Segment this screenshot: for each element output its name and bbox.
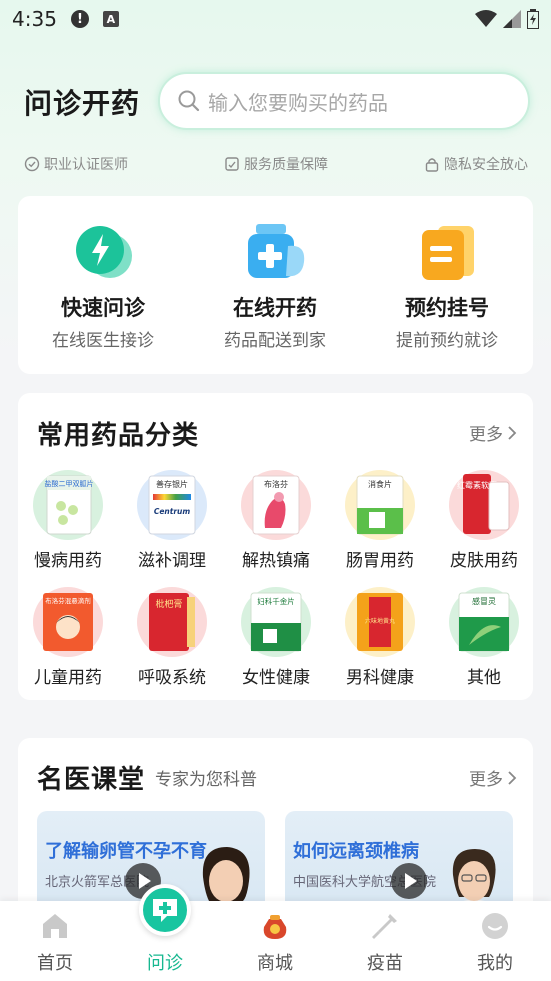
chat-bolt-icon: [76, 226, 132, 278]
alert-icon: !: [70, 10, 89, 28]
categories-more-link[interactable]: 更多: [469, 420, 517, 445]
trust-badges: 职业认证医师 服务质量保障 隐私安全放心: [24, 154, 528, 174]
badge-quality: 服务质量保障: [224, 154, 328, 174]
svg-text:红霉素软膏: 红霉素软膏: [457, 480, 497, 490]
digestive-box-icon: 消食片: [345, 470, 415, 540]
cold-medicine-box-icon: 感冒灵: [449, 587, 519, 657]
svg-text:善存银片: 善存银片: [156, 479, 188, 489]
quality-icon: [225, 157, 239, 171]
mall-bag-icon: [263, 915, 287, 939]
search-placeholder: 输入您要购买的药品: [208, 90, 388, 115]
liuwei-box-icon: 六味地黄丸: [345, 587, 415, 657]
tab-vaccine[interactable]: 疫苗: [340, 901, 430, 981]
status-time: 4:35: [12, 7, 57, 31]
svg-text:布洛芬: 布洛芬: [264, 479, 288, 489]
chevron-right-icon: [508, 425, 517, 440]
badge-certified: 职业认证医师: [24, 154, 128, 174]
bottom-tab-bar: 首页 问诊 商城 疫苗 我的: [0, 901, 551, 981]
tab-home[interactable]: 首页: [10, 901, 100, 981]
status-bar: 4:35 ! A: [0, 0, 551, 38]
services-card: 快速问诊 在线医生接诊 在线开药 药品配送到家 预约挂号 提前预约就诊: [18, 196, 533, 374]
doctor-class-more-link[interactable]: 更多: [469, 765, 517, 790]
appointment-icon: [422, 226, 474, 280]
svg-text:枇杷膏: 枇杷膏: [155, 598, 182, 610]
children-medicine-box-icon: 布洛芬混悬滴剂: [33, 587, 103, 657]
search-icon: [178, 90, 200, 112]
consult-icon: [153, 899, 177, 922]
signal-icon: [503, 10, 521, 28]
svg-text:Centrum: Centrum: [154, 507, 191, 516]
wifi-icon: [475, 10, 497, 27]
chevron-right-icon: [508, 770, 517, 785]
svg-text:盐酸二甲双胍片: 盐酸二甲双胍片: [45, 479, 94, 488]
vaccine-icon: [372, 914, 397, 939]
lock-icon: [425, 158, 439, 172]
doctor-class-subtitle: 专家为您科普: [155, 770, 257, 790]
ibuprofen-box-icon: 布洛芬: [241, 470, 311, 540]
a-notification-icon: A: [102, 11, 119, 27]
battery-icon: [527, 9, 539, 29]
svg-text:布洛芬混悬滴剂: 布洛芬混悬滴剂: [45, 596, 91, 605]
badge-privacy: 隐私安全放心: [424, 154, 528, 174]
consult-fab-button[interactable]: [139, 884, 191, 936]
svg-text:消食片: 消食片: [368, 479, 392, 489]
svg-text:六味地黄丸: 六味地黄丸: [365, 617, 395, 625]
drug-categories-card: 常用药品分类 更多 盐酸二甲双胍片 慢病用药 善存银片 Centrum 滋补调理: [18, 393, 533, 700]
svg-text:妇科千金片: 妇科千金片: [257, 596, 295, 606]
video-title: 了解输卵管不孕不育: [45, 841, 207, 862]
doctor-class-title: 名医课堂: [37, 765, 146, 795]
svg-text:感冒灵: 感冒灵: [472, 596, 496, 606]
video-title: 如何远离颈椎病: [293, 841, 419, 862]
check-circle-icon: [24, 156, 40, 172]
home-icon: [43, 914, 67, 938]
medicine-bottle-icon: [248, 224, 305, 278]
search-input[interactable]: 输入您要购买的药品: [158, 72, 530, 130]
tab-profile[interactable]: 我的: [450, 901, 540, 981]
page-title: 问诊开药: [24, 87, 141, 120]
chronic-medicine-box-icon: 盐酸二甲双胍片: [33, 470, 103, 540]
nutrition-box-icon: 善存银片 Centrum: [137, 470, 207, 540]
profile-icon: [482, 913, 508, 939]
play-button[interactable]: [391, 863, 427, 899]
ointment-box-icon: 红霉素软膏: [449, 470, 519, 540]
tab-mall[interactable]: 商城: [230, 901, 320, 981]
women-medicine-box-icon: 妇科千金片: [241, 587, 311, 657]
loquat-syrup-box-icon: 枇杷膏: [137, 587, 207, 657]
categories-title: 常用药品分类: [37, 421, 200, 451]
